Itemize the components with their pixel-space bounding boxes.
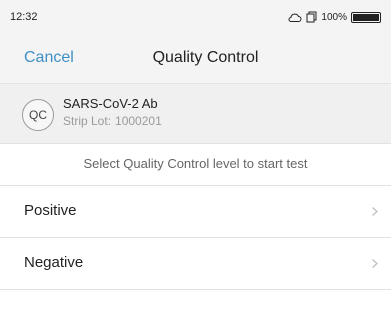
level-label: Positive <box>24 202 77 219</box>
strip-lot-label: Strip Lot: <box>63 114 112 128</box>
level-label: Negative <box>24 254 84 271</box>
strip-lot-value: 1000201 <box>115 114 162 128</box>
qc-icon: QC <box>22 99 54 131</box>
status-bar: 12:32 100% <box>0 0 391 34</box>
quality-control-screen: 12:32 100% Cancel Quality Control QC SAR… <box>0 0 391 311</box>
copy-icon <box>306 11 317 23</box>
chevron-right-icon <box>372 207 378 216</box>
navigation-bar: Cancel Quality Control <box>0 34 391 84</box>
chevron-right-icon <box>372 259 378 268</box>
status-time: 12:32 <box>10 11 38 23</box>
test-info-card: QC SARS-CoV-2 Ab Strip Lot: 1000201 <box>0 84 391 144</box>
instruction-text: Select Quality Control level to start te… <box>0 144 391 186</box>
level-row-positive[interactable]: Positive <box>0 186 391 238</box>
qc-icon-text: QC <box>29 108 47 122</box>
battery-percent: 100% <box>321 11 347 23</box>
page-title: Quality Control <box>152 49 259 66</box>
strip-lot: Strip Lot: 1000201 <box>63 114 162 128</box>
battery-level <box>353 13 379 21</box>
cloud-icon <box>288 13 302 22</box>
battery-icon <box>351 11 381 23</box>
status-icons: 100% <box>287 11 381 23</box>
test-name: SARS-CoV-2 Ab <box>63 96 158 111</box>
level-row-negative[interactable]: Negative <box>0 238 391 290</box>
